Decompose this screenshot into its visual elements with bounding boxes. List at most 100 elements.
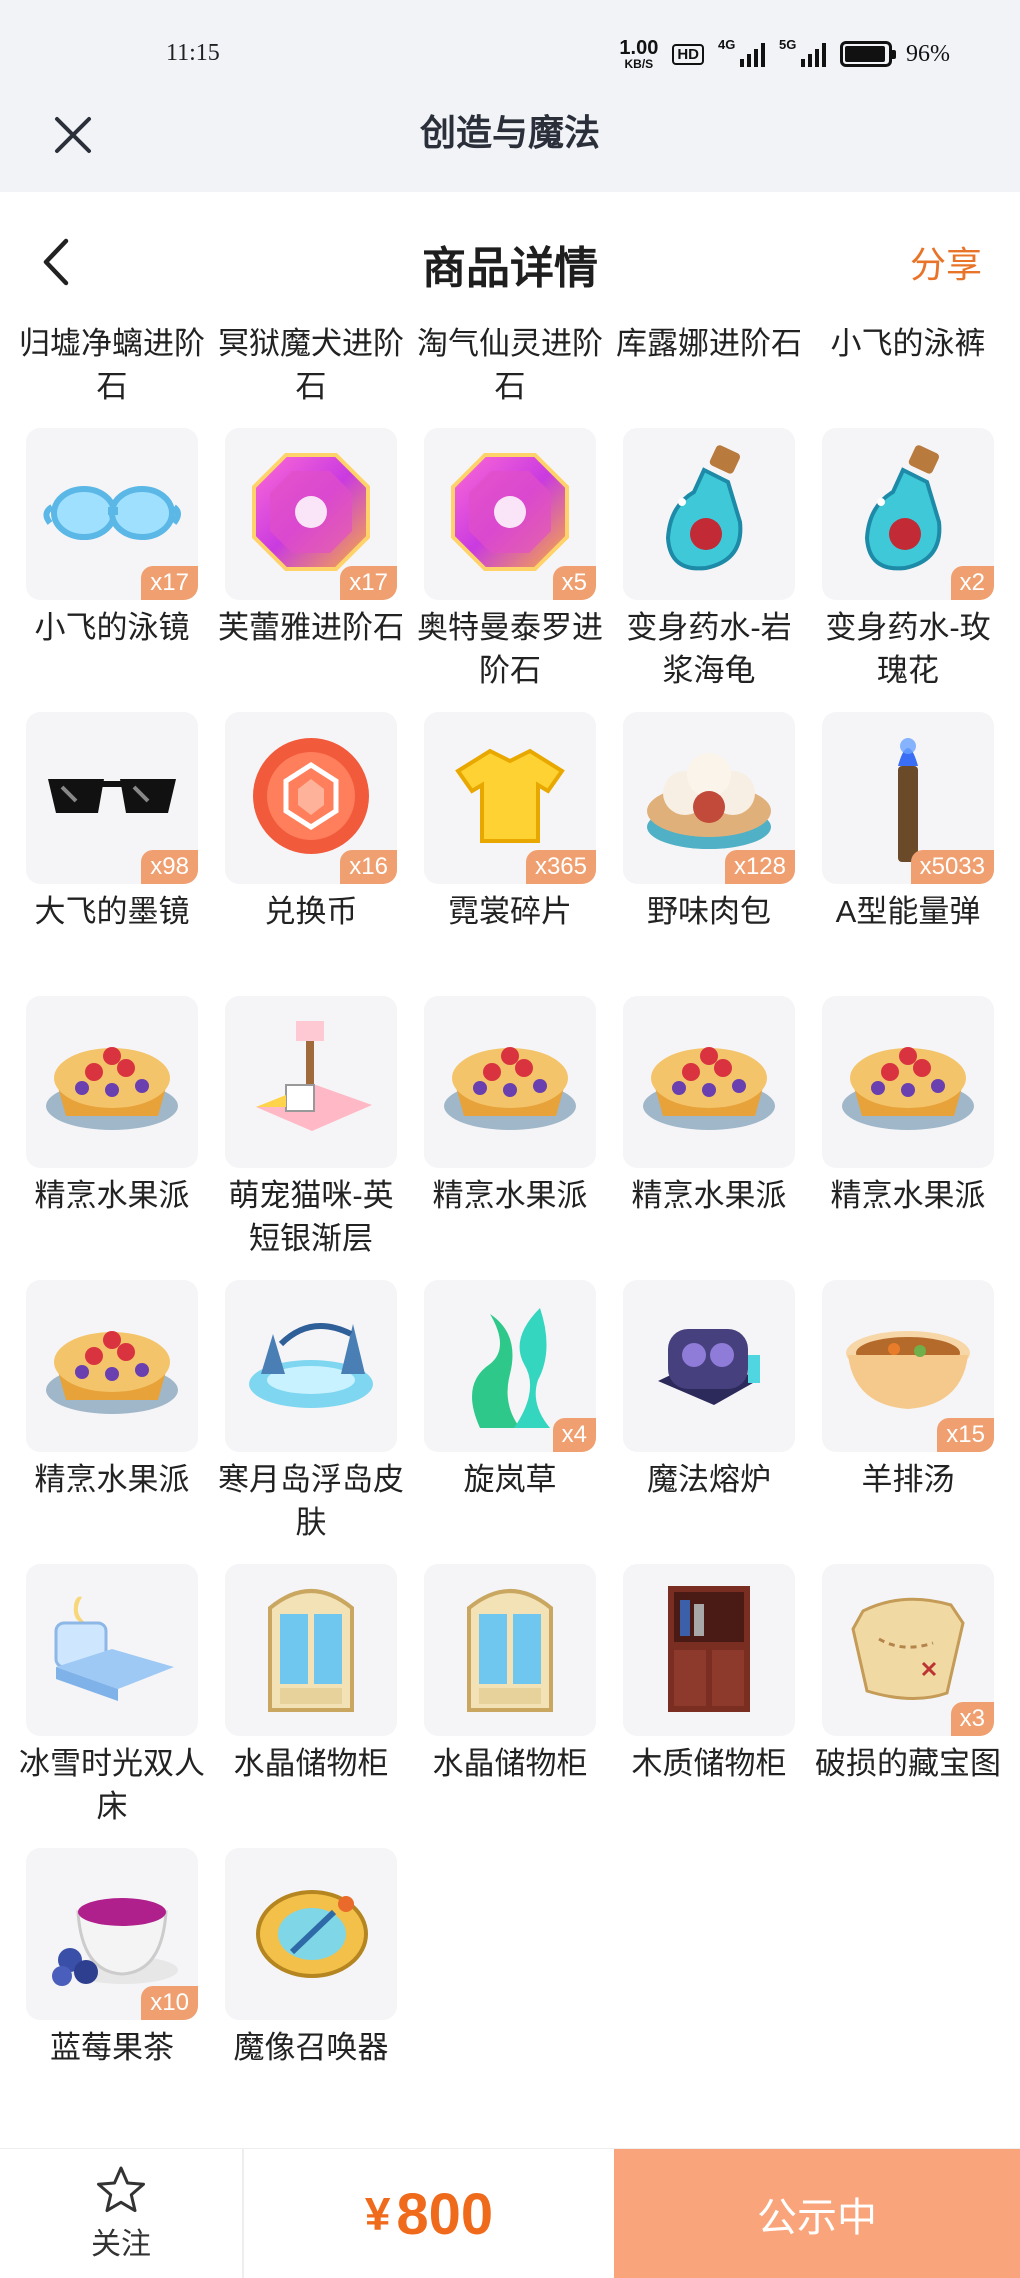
item-card[interactable]: x365 霓裳碎片 <box>424 712 596 996</box>
pie-icon <box>639 1020 779 1145</box>
item-card[interactable]: x5033 A型能量弹 <box>822 712 994 996</box>
item-card[interactable]: x17 芙蕾雅进阶石 <box>218 428 404 712</box>
quantity-badge: x17 <box>141 566 198 600</box>
pie-icon <box>440 1020 580 1145</box>
item-name: 小飞的泳镜 <box>34 610 190 645</box>
item-thumbnail <box>26 996 198 1168</box>
quantity-badge: x3 <box>950 1702 994 1736</box>
follow-button[interactable]: 关注 <box>0 2149 244 2278</box>
page-header: 商品详情 分享 <box>0 192 1020 322</box>
quantity-badge: x5 <box>552 566 596 600</box>
item-card[interactable]: x2冥狱魔犬进阶石 <box>218 322 404 428</box>
tea-icon <box>42 1872 182 1997</box>
bed-icon <box>42 1583 182 1718</box>
item-thumbnail <box>623 996 795 1168</box>
item-thumbnail <box>26 1280 198 1452</box>
item-name: 魔法熔炉 <box>647 1462 771 1497</box>
item-card[interactable]: x3 破损的藏宝图 <box>815 1564 1001 1848</box>
item-thumbnail <box>623 428 795 600</box>
summoner-icon <box>246 1872 376 1997</box>
item-name: 寒月岛浮岛皮肤 <box>218 1462 404 1540</box>
item-thumbnail: x10 <box>26 1848 198 2020</box>
item-card[interactable]: 精烹水果派 <box>623 996 795 1280</box>
item-thumbnail <box>822 996 994 1168</box>
status-button[interactable]: 公示中 <box>614 2149 1020 2278</box>
item-name: 魔像召唤器 <box>233 2030 389 2065</box>
item-card[interactable]: x15淘气仙灵进阶石 <box>417 322 603 428</box>
bottom-bar: 关注 ¥ 800 公示中 <box>0 2148 1020 2278</box>
item-thumbnail: x5 <box>424 428 596 600</box>
wood-cabinet-icon <box>654 1578 764 1723</box>
item-card[interactable]: 寒月岛浮岛皮肤 <box>218 1280 404 1564</box>
item-card[interactable]: x5 奥特曼泰罗进阶石 <box>417 428 603 712</box>
item-name: 淘气仙灵进阶石 <box>417 326 603 404</box>
item-card[interactable]: 变身药水-岩浆海龟 <box>623 428 795 712</box>
item-card[interactable]: x98 大飞的墨镜 <box>26 712 198 996</box>
item-card[interactable]: x9小飞的泳裤 <box>822 322 994 428</box>
quantity-badge: x98 <box>141 850 198 884</box>
item-card[interactable]: x10 蓝莓果茶 <box>26 1848 198 2114</box>
item-card[interactable]: 精烹水果派 <box>424 996 596 1280</box>
item-grid-inner: x2归墟净螭进阶石x2冥狱魔犬进阶石x15淘气仙灵进阶石x13库露娜进阶石x9小… <box>19 322 1006 2114</box>
quantity-badge: x4 <box>552 1418 596 1452</box>
item-thumbnail: x16 <box>225 712 397 884</box>
status-icons: 1.00 KB/S HD 4G 5G 96% <box>619 37 950 70</box>
item-card[interactable]: 魔法熔炉 <box>623 1280 795 1564</box>
item-card[interactable]: x16 兑换币 <box>225 712 397 996</box>
item-name: 萌宠猫咪-英短银渐层 <box>228 1178 394 1256</box>
item-card[interactable]: 水晶储物柜 <box>424 1564 596 1848</box>
item-card[interactable]: x13库露娜进阶石 <box>616 322 802 428</box>
quantity-badge: x15 <box>937 1418 994 1452</box>
item-card[interactable]: 精烹水果派 <box>26 996 198 1280</box>
item-card[interactable]: 冰雪时光双人床 <box>19 1564 205 1848</box>
item-card[interactable]: x128 野味肉包 <box>623 712 795 996</box>
item-name: 精烹水果派 <box>631 1178 787 1213</box>
item-name: 精烹水果派 <box>34 1178 190 1213</box>
quantity-badge: x16 <box>340 850 397 884</box>
item-name: 羊排汤 <box>861 1462 955 1497</box>
quantity-badge: x5033 <box>910 850 994 884</box>
quantity-badge: x17 <box>340 566 397 600</box>
item-card[interactable]: x4 旋岚草 <box>424 1280 596 1564</box>
item-thumbnail <box>225 996 397 1168</box>
coin-icon <box>246 731 376 866</box>
share-button[interactable]: 分享 <box>910 236 982 288</box>
star-icon <box>97 2166 145 2213</box>
item-name: 小飞的泳裤 <box>830 326 986 361</box>
item-card[interactable]: 魔像召唤器 <box>225 1848 397 2114</box>
map-icon <box>843 1583 973 1718</box>
item-thumbnail <box>424 1564 596 1736</box>
item-card[interactable]: 精烹水果派 <box>26 1280 198 1564</box>
status-time: 11:15 <box>166 40 220 66</box>
item-card[interactable]: 木质储物柜 <box>623 1564 795 1848</box>
item-name: 野味肉包 <box>647 894 771 929</box>
item-card[interactable]: x2归墟净螭进阶石 <box>19 322 205 428</box>
item-name: 大飞的墨镜 <box>34 894 190 929</box>
item-card[interactable]: 水晶储物柜 <box>225 1564 397 1848</box>
pie-icon <box>42 1304 182 1429</box>
app-title: 创造与魔法 <box>419 112 600 153</box>
item-card[interactable]: x15 羊排汤 <box>822 1280 994 1564</box>
island-icon <box>241 1304 381 1429</box>
item-thumbnail <box>225 1564 397 1736</box>
item-card[interactable]: 萌宠猫咪-英短银渐层 <box>225 996 397 1280</box>
shirt-icon <box>450 741 570 856</box>
buns-icon <box>639 731 779 866</box>
item-card[interactable]: x17 小飞的泳镜 <box>26 428 198 712</box>
item-card[interactable]: 精烹水果派 <box>822 996 994 1280</box>
item-thumbnail: x3 <box>822 1564 994 1736</box>
item-thumbnail: x128 <box>623 712 795 884</box>
item-card[interactable]: x2 变身药水-玫瑰花 <box>822 428 994 712</box>
crystal-cabinet-icon <box>256 1578 366 1723</box>
app-bar: 创造与魔法 <box>0 90 1020 192</box>
item-name: A型能量弹 <box>835 894 981 929</box>
item-thumbnail <box>623 1280 795 1452</box>
item-thumbnail: x2 <box>822 428 994 600</box>
item-thumbnail: x4 <box>424 1280 596 1452</box>
item-name: 冰雪时光双人床 <box>19 1746 205 1824</box>
item-name: 精烹水果派 <box>830 1178 986 1213</box>
battery-icon <box>840 41 896 67</box>
cat-house-icon <box>246 1015 376 1150</box>
item-thumbnail <box>225 1848 397 2020</box>
item-grid[interactable]: x2归墟净螭进阶石x2冥狱魔犬进阶石x15淘气仙灵进阶石x13库露娜进阶石x9小… <box>0 322 1020 2114</box>
